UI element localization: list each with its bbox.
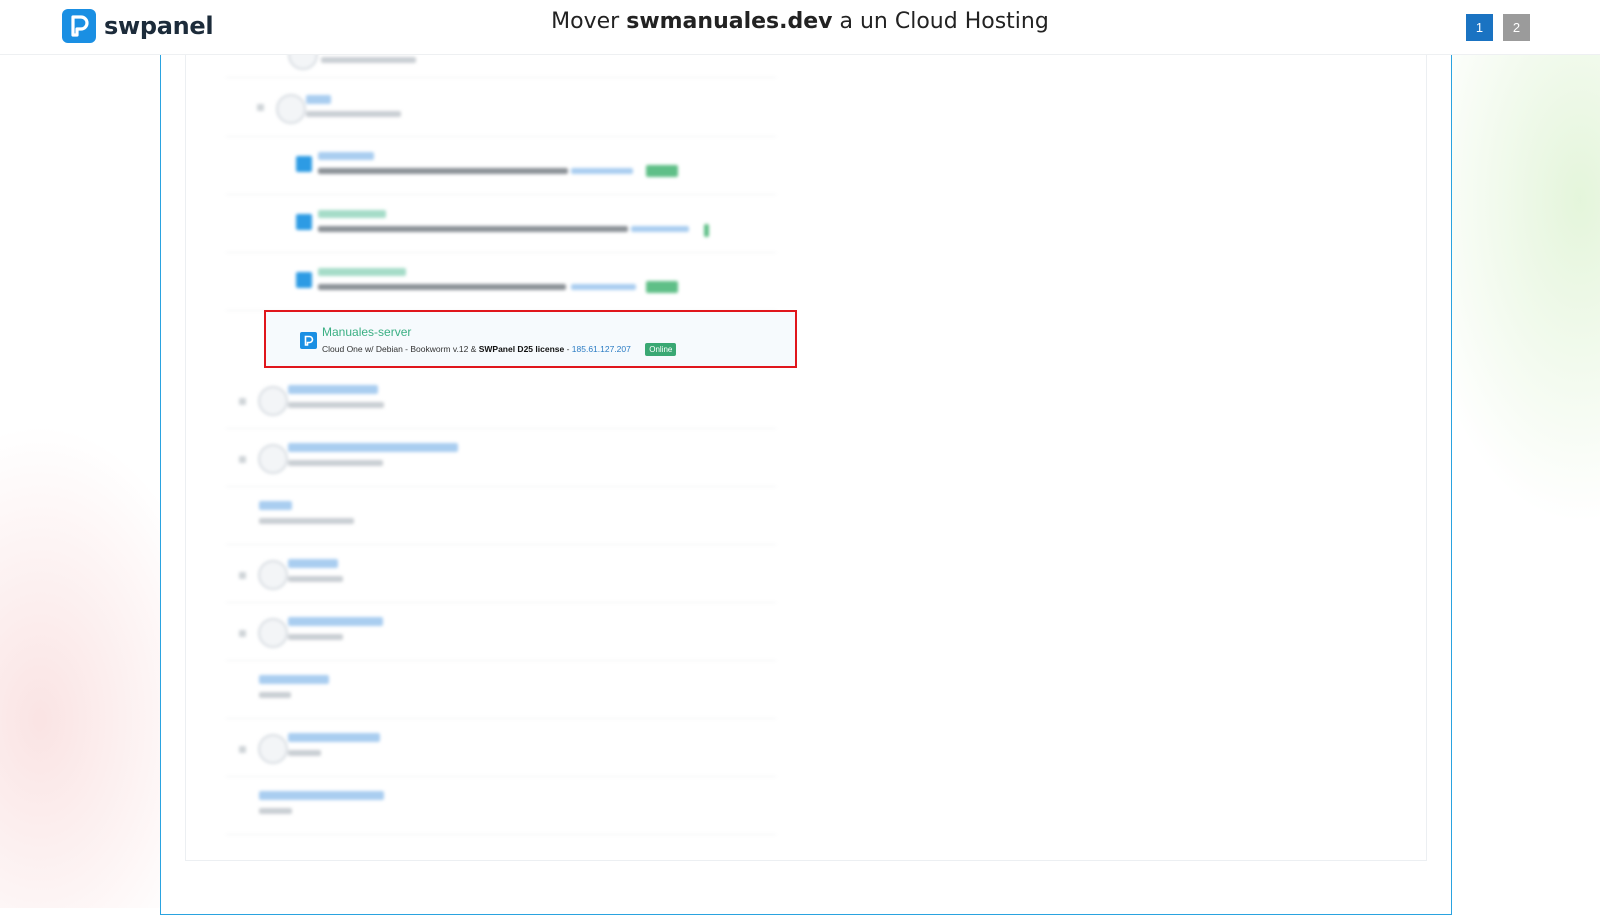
list-item xyxy=(226,78,776,137)
list-item xyxy=(226,718,776,777)
list-item xyxy=(226,40,776,78)
screenshot-frame: Manuales-server Cloud One w/ Debian - Bo… xyxy=(160,40,1452,915)
selected-server-row[interactable]: Manuales-server Cloud One w/ Debian - Bo… xyxy=(264,310,797,368)
list-item xyxy=(226,136,776,195)
list-item xyxy=(226,370,776,429)
list-item xyxy=(226,602,776,661)
list-item xyxy=(226,252,776,311)
server-list-panel: Manuales-server Cloud One w/ Debian - Bo… xyxy=(185,40,1427,861)
top-bar: swpanel Mover swmanuales.dev a un Cloud … xyxy=(0,0,1600,55)
server-icon xyxy=(300,332,317,349)
list-item xyxy=(226,194,776,253)
pagination: 1 2 xyxy=(1466,14,1530,41)
server-description: Cloud One w/ Debian - Bookworm v.12 & SW… xyxy=(322,343,677,356)
status-badge: Online xyxy=(645,343,677,356)
server-name-link[interactable]: Manuales-server xyxy=(322,325,411,339)
page-button-1[interactable]: 1 xyxy=(1466,14,1493,41)
list-item xyxy=(226,544,776,603)
list-item xyxy=(226,486,776,545)
list-item xyxy=(226,660,776,719)
server-ip: 185.61.127.207 xyxy=(571,343,631,354)
list-item xyxy=(226,776,776,835)
list-item xyxy=(226,428,776,487)
page-button-2[interactable]: 2 xyxy=(1503,14,1530,41)
page-title: Mover swmanuales.dev a un Cloud Hosting xyxy=(551,9,1049,34)
